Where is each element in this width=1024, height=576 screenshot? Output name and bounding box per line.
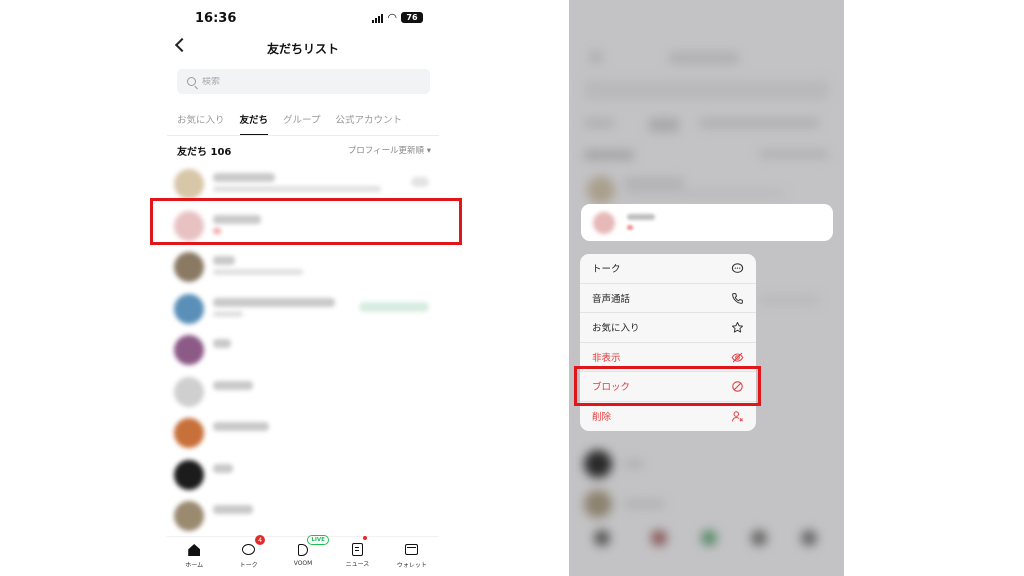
bottom-tab-bar: ホーム 4 トーク LIVE VOOM ニュース ウォレット — [167, 535, 439, 576]
search-input[interactable] — [202, 76, 402, 87]
friend-row[interactable] — [167, 412, 439, 454]
bottom-tab-label: トーク — [239, 562, 258, 569]
avatar — [174, 501, 204, 531]
friend-name — [213, 380, 253, 390]
highlight-friend-row — [150, 198, 462, 245]
friend-row[interactable] — [167, 246, 439, 288]
nav-header: 友だちリスト — [167, 36, 439, 62]
friend-name — [213, 256, 235, 265]
section-header: 友だち 106 プロフィール更新順 ▾ — [177, 143, 431, 159]
news-icon — [350, 543, 364, 557]
status-icons: ◠ 76 — [372, 12, 423, 23]
menu-item-label: トーク — [592, 264, 621, 276]
menu-item-label: 削除 — [592, 412, 612, 424]
sort-dropdown[interactable]: プロフィール更新順 ▾ — [348, 144, 431, 156]
star-icon — [731, 321, 744, 333]
friend-side-info — [411, 177, 429, 187]
unread-badge: 4 — [255, 535, 266, 545]
friend-preview-card — [581, 204, 833, 241]
menu-item-label: 非表示 — [592, 352, 621, 364]
friend-name — [213, 173, 275, 182]
bottom-tab-wallet[interactable]: ウォレット — [385, 537, 439, 576]
tab-favorites[interactable]: お気に入り — [177, 108, 225, 136]
tab-official-accounts[interactable]: 公式アカウント — [335, 108, 402, 136]
page-title: 友だちリスト — [266, 42, 339, 56]
menu-item-talk[interactable]: トーク — [580, 254, 756, 284]
search-box[interactable] — [177, 69, 430, 94]
friend-status — [627, 225, 633, 230]
friend-status — [213, 186, 381, 192]
bottom-tab-label: ウォレット — [396, 562, 427, 569]
user-remove-icon — [731, 410, 743, 421]
friend-name — [213, 297, 335, 307]
phone-icon — [732, 292, 743, 304]
avatar — [174, 335, 204, 365]
battery-icon: 76 — [401, 12, 423, 23]
tab-groups[interactable]: グループ — [283, 108, 320, 136]
wifi-icon: ◠ — [387, 10, 397, 24]
friend-row[interactable] — [167, 495, 439, 537]
menu-item-label: お気に入り — [592, 323, 640, 335]
live-badge: LIVE — [307, 535, 329, 545]
tab-friends[interactable]: 友だち — [239, 108, 268, 136]
avatar — [174, 418, 204, 448]
friend-count: 友だち 106 — [177, 147, 232, 158]
friend-status — [213, 269, 303, 275]
friend-name — [213, 422, 269, 431]
bottom-tab-label: VOOM — [293, 560, 313, 567]
status-bar: 16:36 ◠ 76 — [167, 0, 439, 36]
friend-name — [627, 214, 655, 220]
highlight-block-item — [574, 366, 761, 406]
bottom-tab-news[interactable]: ニュース — [330, 536, 384, 576]
friend-name — [213, 463, 233, 473]
friend-row[interactable] — [167, 329, 439, 371]
avatar — [174, 252, 204, 282]
voom-icon — [296, 544, 310, 558]
tab-bar: お気に入り 友だち グループ 公式アカウント — [177, 108, 433, 136]
bottom-tab-home[interactable]: ホーム — [167, 537, 221, 576]
friend-row[interactable] — [167, 454, 439, 496]
wallet-icon — [405, 544, 419, 558]
menu-item-favorite[interactable]: お気に入り — [580, 313, 756, 343]
chat-icon — [242, 544, 256, 558]
status-time: 16:36 — [195, 11, 237, 26]
friend-status — [213, 310, 243, 317]
friend-row[interactable] — [167, 288, 439, 330]
search-icon — [187, 77, 196, 86]
menu-item-label: 音声通話 — [592, 293, 631, 305]
home-icon — [187, 544, 201, 558]
eye-off-icon — [731, 352, 744, 362]
friend-list-screen: 16:36 ◠ 76 友だちリスト お気に入り 友だち グループ 公式アカウント… — [167, 0, 439, 576]
avatar — [593, 212, 615, 234]
avatar — [174, 169, 204, 199]
menu-item-voice-call[interactable]: 音声通話 — [580, 284, 756, 313]
context-menu-screen: トーク 音声通話 お気に入り 非表示 ブロック 削除 — [569, 0, 844, 576]
friend-name — [213, 505, 253, 514]
chat-icon — [731, 263, 744, 273]
screenshot-root: 16:36 ◠ 76 友だちリスト お気に入り 友だち グループ 公式アカウント… — [0, 0, 1024, 576]
bottom-tab-label: ホーム — [185, 562, 204, 569]
friend-name — [213, 339, 231, 348]
friend-row[interactable] — [167, 371, 439, 413]
bottom-tab-label: ニュース — [345, 561, 370, 568]
bottom-tab-talk[interactable]: 4 トーク — [221, 535, 275, 576]
avatar — [174, 376, 204, 407]
avatar — [174, 459, 204, 490]
bottom-tab-voom[interactable]: LIVE VOOM — [276, 535, 330, 576]
friend-side-info — [359, 301, 429, 312]
signal-icon — [372, 13, 384, 23]
avatar — [174, 293, 204, 324]
news-dot — [362, 536, 367, 540]
tab-divider — [167, 135, 439, 136]
